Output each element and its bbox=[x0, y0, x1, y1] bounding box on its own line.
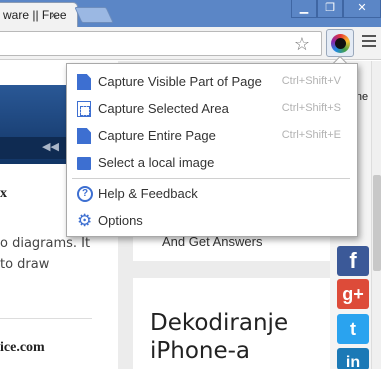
camera-lens-icon bbox=[331, 34, 350, 53]
scrollbar[interactable] bbox=[371, 61, 381, 369]
shortcut-label: Ctrl+Shift+S bbox=[281, 102, 341, 114]
selection-page-icon bbox=[77, 101, 91, 117]
menu-item-help-feedback[interactable]: ? Help & Feedback bbox=[67, 181, 357, 207]
facebook-icon[interactable]: f bbox=[337, 246, 369, 276]
article-domain[interactable]: ice.com bbox=[0, 340, 45, 356]
menu-item-label: Help & Feedback bbox=[98, 186, 198, 201]
menu-item-select-local-image[interactable]: Select a local image bbox=[67, 150, 357, 176]
folder-icon bbox=[77, 157, 91, 170]
menu-item-label: Capture Selected Area bbox=[98, 101, 229, 116]
help-icon: ? bbox=[77, 186, 93, 202]
twitter-icon[interactable]: t bbox=[337, 314, 369, 344]
new-tab-button[interactable] bbox=[74, 7, 114, 23]
menu-item-capture-entire[interactable]: Capture Entire Page Ctrl+Shift+E bbox=[67, 123, 357, 149]
divider bbox=[0, 318, 92, 319]
rewind-icon[interactable]: ◀◀ bbox=[42, 140, 59, 153]
address-bar[interactable]: ☆ bbox=[0, 31, 322, 56]
page-icon bbox=[77, 128, 91, 144]
browser-menu-icon[interactable] bbox=[362, 35, 376, 49]
title-bar: ware || Free × ▁ ❐ ✕ bbox=[0, 0, 381, 27]
menu-item-label: Capture Visible Part of Page bbox=[98, 74, 262, 89]
close-window-button[interactable]: ✕ bbox=[343, 0, 381, 18]
article-text: o diagrams. It to draw bbox=[0, 236, 91, 272]
gear-icon: ⚙ bbox=[77, 211, 93, 230]
menu-item-label: Select a local image bbox=[98, 155, 215, 170]
shortcut-label: Ctrl+Shift+E bbox=[281, 129, 341, 141]
capture-popup-menu: Capture Visible Part of Page Ctrl+Shift+… bbox=[66, 63, 358, 237]
menu-item-options[interactable]: ⚙ Options bbox=[67, 208, 357, 234]
menu-item-capture-visible[interactable]: Capture Visible Part of Page Ctrl+Shift+… bbox=[67, 69, 357, 95]
menu-item-capture-selected[interactable]: Capture Selected Area Ctrl+Shift+S bbox=[67, 96, 357, 122]
menu-divider bbox=[72, 178, 350, 179]
shortcut-label: Ctrl+Shift+V bbox=[281, 75, 341, 87]
menu-item-label: Capture Entire Page bbox=[98, 128, 216, 143]
minimize-button[interactable]: ▁ bbox=[291, 0, 317, 18]
tab-close-icon[interactable]: × bbox=[47, 8, 61, 22]
maximize-button[interactable]: ❐ bbox=[317, 0, 343, 18]
browser-toolbar: ☆ bbox=[0, 27, 381, 60]
linkedin-icon[interactable]: in bbox=[337, 348, 369, 369]
page-icon bbox=[77, 74, 91, 90]
bookmark-star-icon[interactable]: ☆ bbox=[291, 33, 313, 55]
google-plus-icon[interactable]: g+ bbox=[337, 279, 369, 309]
browser-tab[interactable]: ware || Free × bbox=[0, 2, 78, 27]
scrollbar-thumb[interactable] bbox=[373, 175, 381, 271]
screenshot-extension-button[interactable] bbox=[326, 29, 354, 57]
post-title[interactable]: Dekodiranje iPhone-a bbox=[150, 309, 320, 365]
menu-item-label: Options bbox=[98, 213, 143, 228]
article-heading: x bbox=[0, 186, 7, 201]
